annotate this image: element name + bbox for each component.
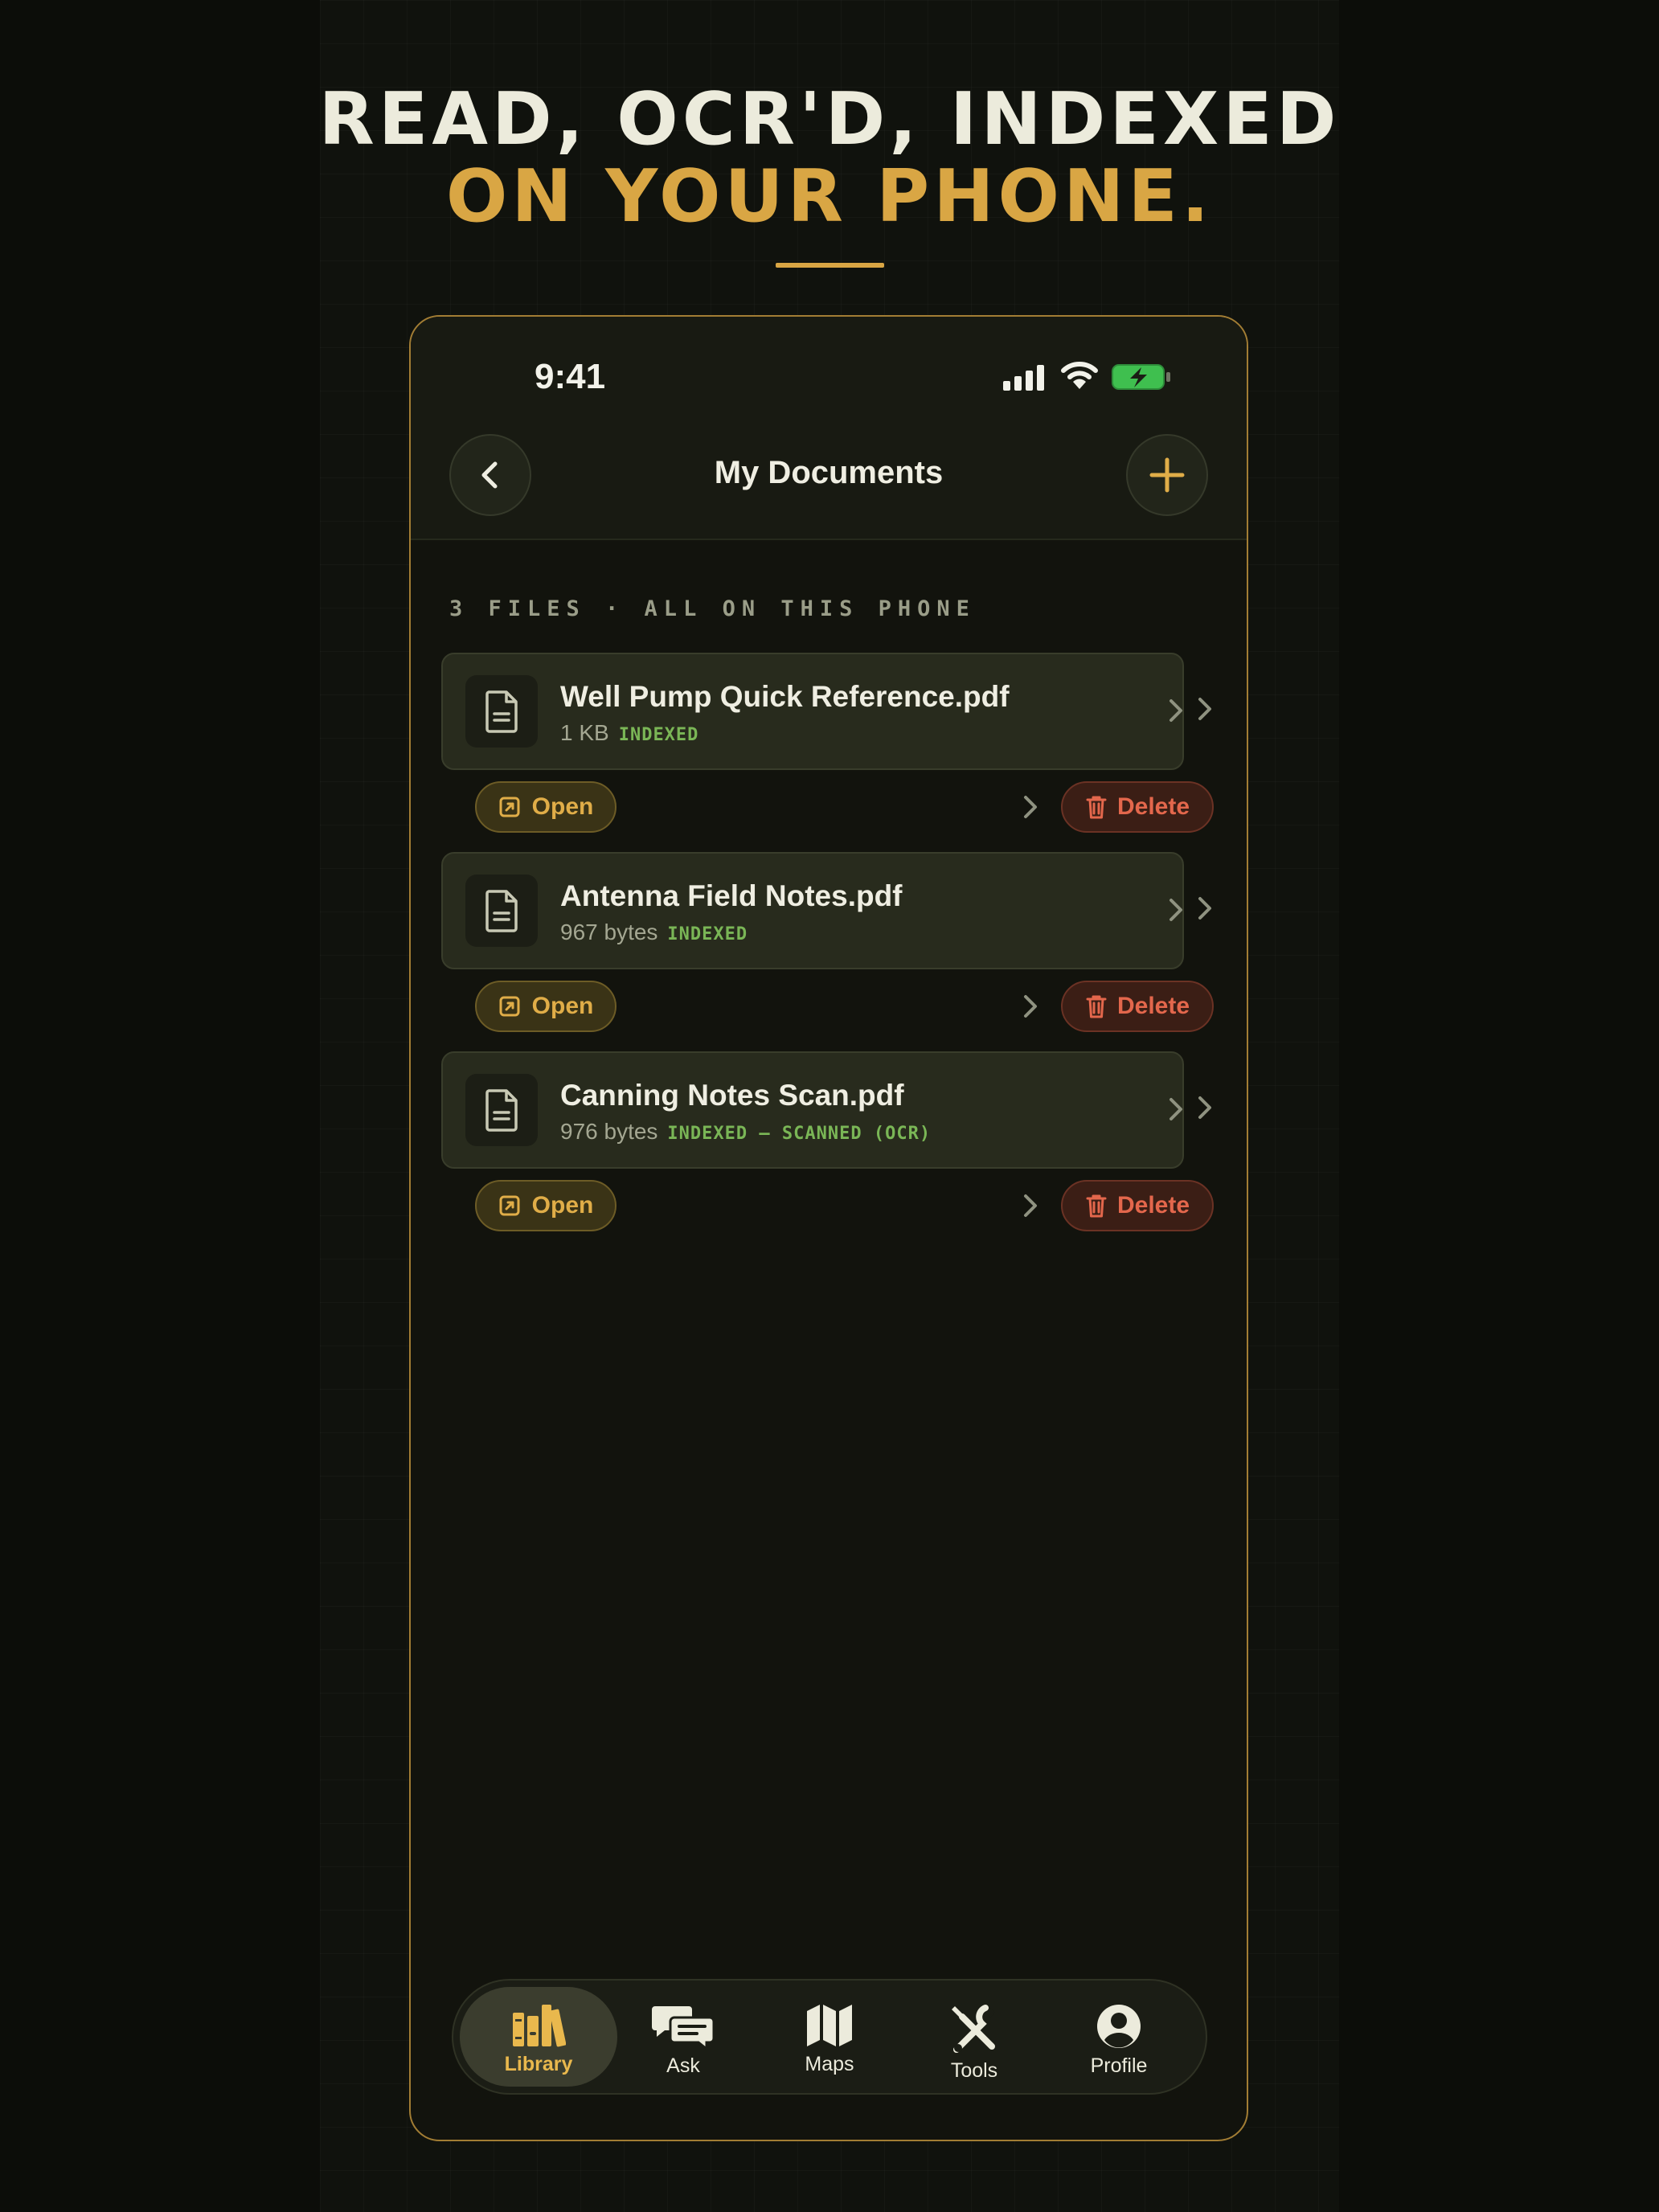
file-meta: 1 KB INDEXED xyxy=(560,720,698,746)
delete-label: Delete xyxy=(1116,993,1190,1019)
document-icon xyxy=(485,890,518,932)
file-size: 967 bytes xyxy=(560,920,658,944)
file-name: Well Pump Quick Reference.pdf xyxy=(560,680,1010,713)
add-document-button[interactable] xyxy=(1126,434,1208,516)
page-title: My Documents xyxy=(714,455,944,490)
document-icon xyxy=(485,690,518,733)
profile-icon xyxy=(1097,2005,1141,2048)
file-count-label: 3 FILES · ALL ON THIS PHONE xyxy=(449,596,976,621)
delete-button[interactable]: Delete xyxy=(1061,781,1214,833)
tab-bar: Library Ask Maps Tools Profile xyxy=(452,1979,1207,2095)
open-button[interactable]: Open xyxy=(475,981,616,1032)
chevron-right-icon xyxy=(1024,796,1037,818)
wifi-icon xyxy=(1061,362,1098,389)
file-icon-box xyxy=(465,875,538,947)
tools-icon xyxy=(952,2005,995,2053)
file-row-canning-notes[interactable]: Canning Notes Scan.pdf 976 bytes INDEXED … xyxy=(441,1051,1184,1169)
tab-profile[interactable]: Profile xyxy=(1040,1987,1198,2087)
delete-label: Delete xyxy=(1116,793,1190,820)
index-status: INDEXED — SCANNED (OCR) xyxy=(667,1124,932,1144)
chat-bubbles-icon xyxy=(652,2006,715,2050)
battery-charging-icon xyxy=(1112,364,1170,390)
cellular-signal-icon xyxy=(1003,365,1044,391)
file-meta: 967 bytes INDEXED xyxy=(560,920,748,945)
open-external-icon xyxy=(499,797,520,817)
index-status: INDEXED xyxy=(667,924,748,944)
plus-icon xyxy=(1149,457,1185,493)
chevron-right-icon xyxy=(1198,1096,1211,1119)
index-status: INDEXED xyxy=(618,725,699,745)
delete-label: Delete xyxy=(1116,1192,1190,1219)
map-icon xyxy=(807,2005,852,2046)
tab-tools[interactable]: Tools xyxy=(895,1987,1053,2087)
chevron-right-icon xyxy=(1169,899,1182,921)
open-label: Open xyxy=(531,1192,594,1219)
file-name: Antenna Field Notes.pdf xyxy=(560,879,903,912)
trash-icon xyxy=(1086,1194,1107,1218)
tab-label: Library xyxy=(504,2053,573,2075)
open-label: Open xyxy=(531,793,594,820)
file-size: 1 KB xyxy=(560,720,609,745)
delete-button[interactable]: Delete xyxy=(1061,1180,1214,1231)
chevron-right-icon xyxy=(1198,897,1211,920)
phone-frame: 9:41 My Documents 3 FILES · ALL ON THIS … xyxy=(409,315,1248,2141)
chevron-right-icon xyxy=(1198,698,1211,720)
chevron-right-icon xyxy=(1169,1098,1182,1120)
headline-line-2: ON YOUR PHONE. xyxy=(445,154,1214,239)
trash-icon xyxy=(1086,995,1107,1018)
file-meta: 976 bytes INDEXED — SCANNED (OCR) xyxy=(560,1119,931,1145)
headline-line-1: READ, OCR'D, INDEXED xyxy=(318,77,1341,162)
tab-library[interactable]: Library xyxy=(460,1987,617,2087)
open-external-icon xyxy=(499,1195,520,1216)
chevron-right-icon xyxy=(1024,1194,1037,1217)
tab-label: Maps xyxy=(805,2053,854,2075)
tab-label: Tools xyxy=(950,2059,998,2082)
status-time: 9:41 xyxy=(535,357,606,396)
tab-label: Ask xyxy=(666,2054,700,2077)
tab-ask[interactable]: Ask xyxy=(604,1987,762,2087)
file-icon-box xyxy=(465,675,538,748)
headline-underline xyxy=(776,263,884,268)
tab-maps[interactable]: Maps xyxy=(751,1987,908,2087)
chevron-right-icon xyxy=(1169,699,1182,722)
file-row-well-pump[interactable]: Well Pump Quick Reference.pdf 1 KB INDEXE… xyxy=(441,653,1184,770)
library-icon xyxy=(513,2005,566,2047)
open-external-icon xyxy=(499,996,520,1017)
chevron-right-icon xyxy=(1024,995,1037,1018)
trash-icon xyxy=(1086,796,1107,819)
file-size: 976 bytes xyxy=(560,1119,658,1144)
open-button[interactable]: Open xyxy=(475,1180,616,1231)
top-bar: 9:41 My Documents xyxy=(411,317,1247,540)
delete-button[interactable]: Delete xyxy=(1061,981,1214,1032)
file-row-antenna-notes[interactable]: Antenna Field Notes.pdf 967 bytes INDEXED xyxy=(441,852,1184,969)
file-name: Canning Notes Scan.pdf xyxy=(560,1079,904,1112)
file-icon-box xyxy=(465,1074,538,1146)
open-button[interactable]: Open xyxy=(475,781,616,833)
open-label: Open xyxy=(531,993,594,1019)
document-icon xyxy=(485,1089,518,1132)
tab-label: Profile xyxy=(1090,2054,1148,2077)
